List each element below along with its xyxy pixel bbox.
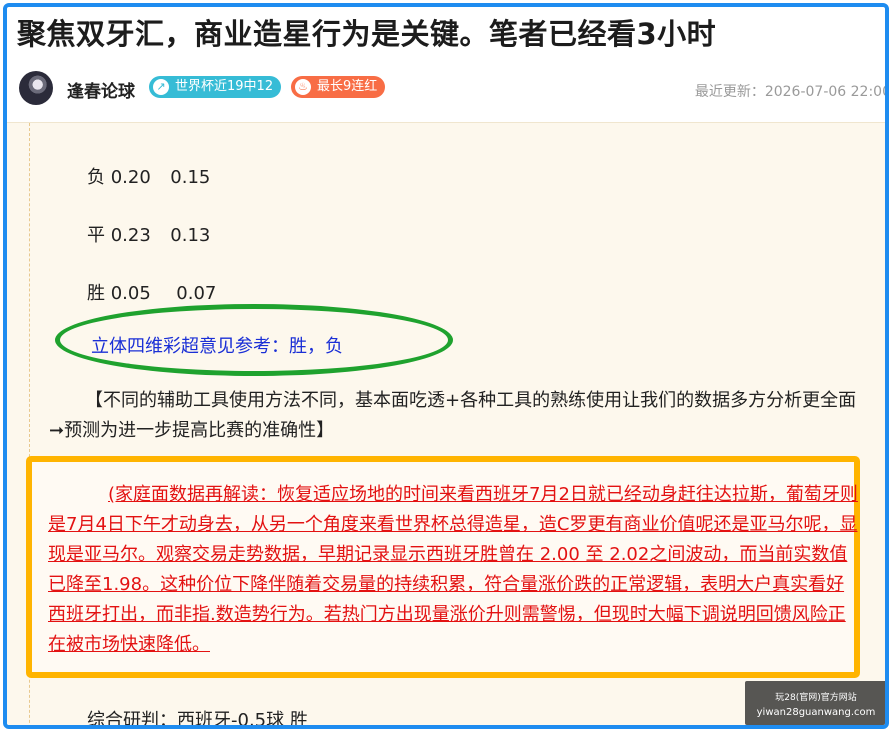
author-avatar[interactable] xyxy=(19,71,53,105)
odds-label: 胜 xyxy=(87,283,105,304)
odds-row-win: 胜 0.05 0.07 xyxy=(87,279,216,305)
odds-value-2: 0.15 xyxy=(170,167,211,188)
flame-icon: ♨ xyxy=(295,79,311,95)
odds-row-lose: 负 0.20 0.15 xyxy=(87,163,210,189)
article-title: 聚焦双牙汇，商业造星行为是关键。笔者已经看3小时 xyxy=(17,17,717,51)
expert-note: 立体四维彩超意见参考：胜，负 xyxy=(91,336,343,357)
odds-value-2: 0.07 xyxy=(176,283,217,304)
odds-label: 平 xyxy=(87,225,105,246)
article-content: 负 0.20 0.15 平 0.23 0.13 胜 0.05 0.07 立体四维… xyxy=(7,122,885,729)
odds-value-1: 0.20 xyxy=(110,167,151,188)
badge-label: 世界杯近19中12 xyxy=(175,79,274,94)
arrow-up-icon: ↗ xyxy=(153,79,169,95)
watermark-line-2: yiwan28guanwang.com xyxy=(756,707,876,718)
analysis-text: (家庭面数据再解读：恢复适应场地的时间来看西班牙7月2日就已经动身赶往达拉斯，葡… xyxy=(48,484,858,655)
tool-note-paragraph: 【不同的辅助工具使用方法不同，基本面吃透+各种工具的熟练使用让我们的数据多方分析… xyxy=(49,386,861,446)
article-meta: 逢春论球 ↗ 世界杯近19中12 ♨ 最长9连红 最近更新：2026-07-06… xyxy=(15,71,885,107)
odds-value-1: 0.05 xyxy=(110,283,151,304)
badge-win-streak[interactable]: ♨ 最长9连红 xyxy=(291,76,386,98)
odds-value-2: 0.13 xyxy=(170,225,211,246)
summary-verdict: 综合研判：西班牙-0.5球 胜 xyxy=(87,710,308,729)
odds-value-1: 0.23 xyxy=(110,225,151,246)
tool-note-text: 【不同的辅助工具使用方法不同，基本面吃透+各种工具的熟练使用让我们的数据多方分析… xyxy=(49,390,857,441)
author-name[interactable]: 逢春论球 xyxy=(67,77,135,102)
odds-label: 负 xyxy=(87,167,105,188)
watermark-line-1: 玩28(官网)官方网站 xyxy=(775,693,857,703)
site-watermark: 玩28(官网)官方网站 yiwan28guanwang.com xyxy=(745,681,885,725)
updated-timestamp: 最近更新：2026-07-06 22:00 xyxy=(694,84,889,100)
article-frame: 聚焦双牙汇，商业造星行为是关键。笔者已经看3小时 逢春论球 ↗ 世界杯近19中1… xyxy=(3,3,889,729)
badge-label: 最长9连红 xyxy=(317,79,378,94)
analysis-paragraph: (家庭面数据再解读：恢复适应场地的时间来看西班牙7月2日就已经动身赶往达拉斯，葡… xyxy=(32,480,866,660)
badge-worldcup-record[interactable]: ↗ 世界杯近19中12 xyxy=(149,76,282,98)
analysis-highlight-box: (家庭面数据再解读：恢复适应场地的时间来看西班牙7月2日就已经动身赶往达拉斯，葡… xyxy=(26,456,860,678)
odds-row-draw: 平 0.23 0.13 xyxy=(87,221,210,247)
